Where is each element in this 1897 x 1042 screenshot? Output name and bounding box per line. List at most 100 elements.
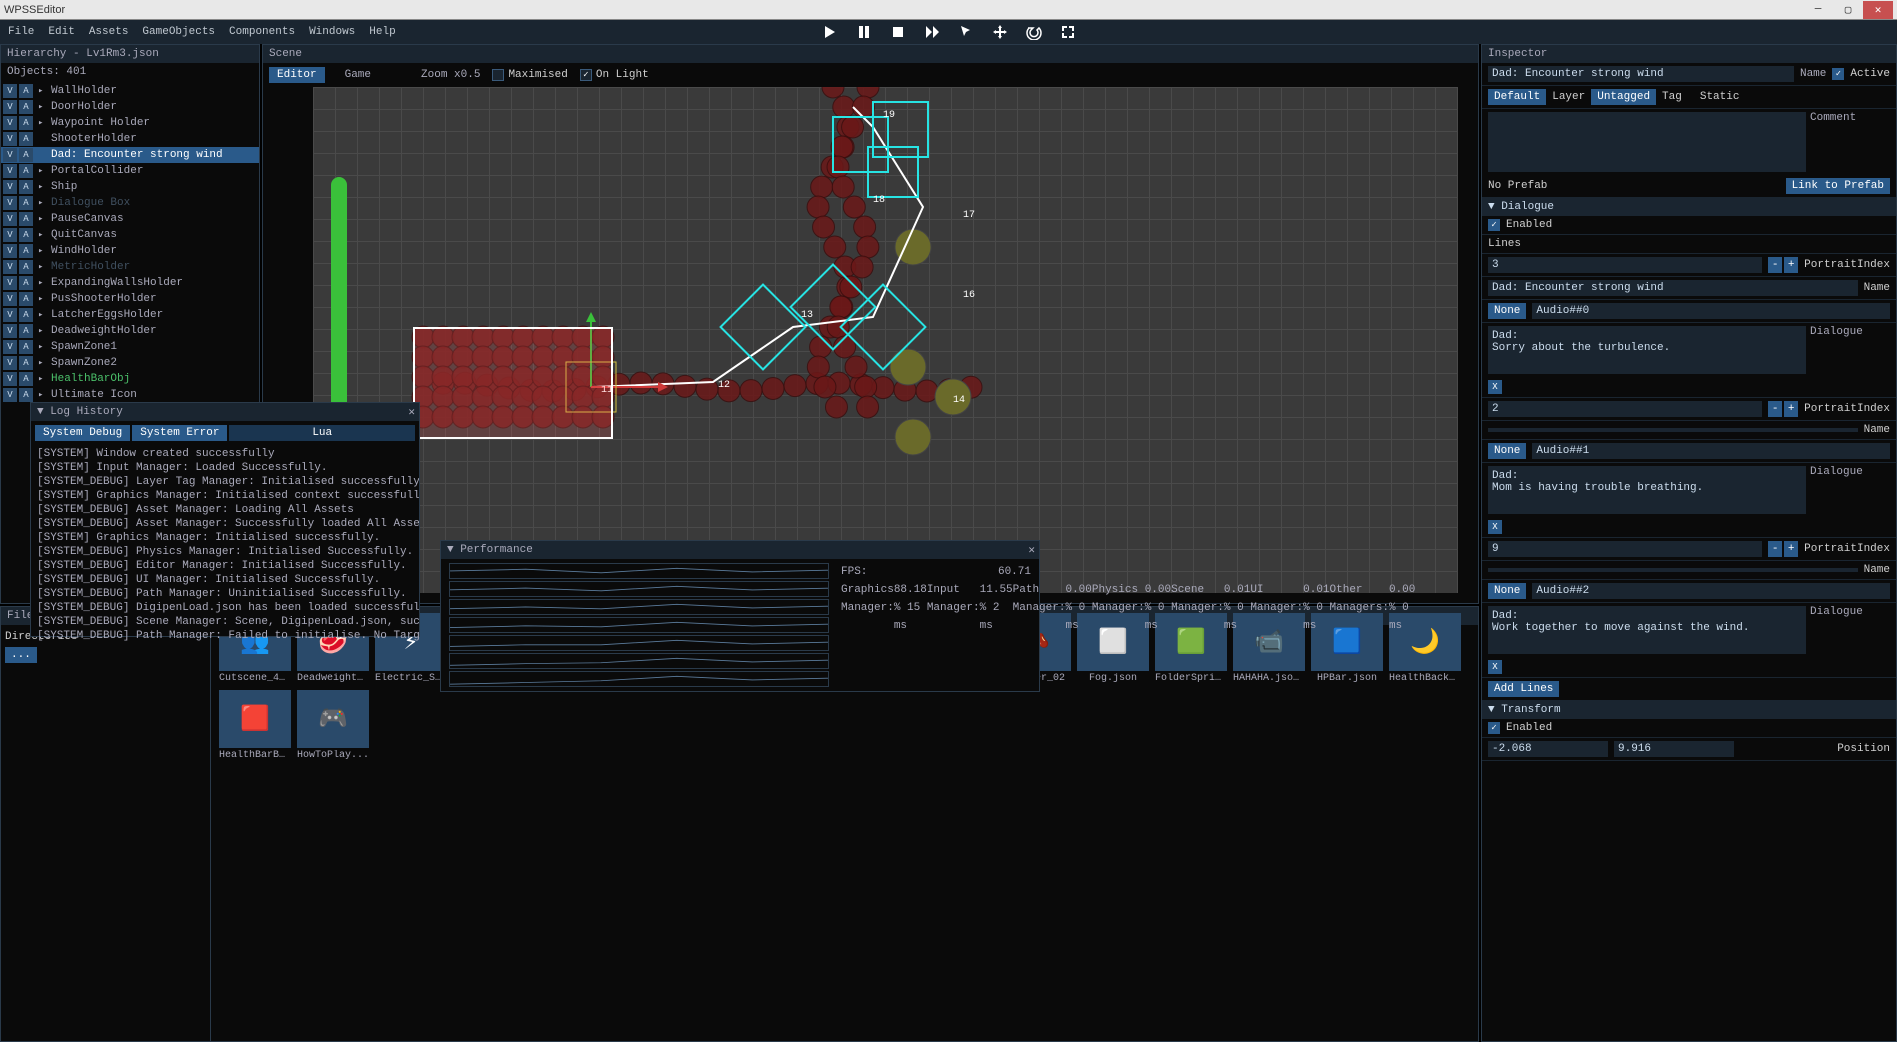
scene-viewport[interactable]: 11 12 13 14 16 17 18 19 bbox=[313, 87, 1458, 593]
transform-enabled-checkbox[interactable]: ✓ bbox=[1488, 722, 1500, 734]
active-toggle[interactable]: A bbox=[19, 372, 33, 386]
scale-tool[interactable] bbox=[1056, 20, 1080, 44]
expand-icon[interactable]: ▸ bbox=[38, 214, 48, 224]
visibility-toggle[interactable]: V bbox=[3, 356, 17, 370]
expand-icon[interactable]: ▸ bbox=[38, 246, 48, 256]
expand-icon[interactable]: ▸ bbox=[38, 230, 48, 240]
expand-icon[interactable]: ▸ bbox=[38, 102, 48, 112]
log-tab-lua[interactable]: Lua bbox=[229, 425, 415, 441]
expand-icon[interactable]: ▸ bbox=[38, 374, 48, 384]
object-name-field[interactable]: Dad: Encounter strong wind bbox=[1488, 66, 1794, 82]
dialogue-text-field[interactable]: Dad:Mom is having trouble breathing. bbox=[1488, 466, 1806, 514]
expand-icon[interactable]: ▸ bbox=[38, 118, 48, 128]
visibility-toggle[interactable]: V bbox=[3, 148, 17, 162]
move-tool[interactable] bbox=[988, 20, 1012, 44]
portrait-index-field[interactable]: 2 bbox=[1488, 401, 1762, 417]
audio-field[interactable]: Audio##0 bbox=[1532, 303, 1890, 319]
untagged-button[interactable]: Untagged bbox=[1591, 89, 1656, 105]
play-button[interactable] bbox=[818, 20, 842, 44]
active-toggle[interactable]: A bbox=[19, 260, 33, 274]
minimize-button[interactable]: ─ bbox=[1803, 1, 1833, 19]
dialogue-component-header[interactable]: ▼ Dialogue bbox=[1482, 198, 1896, 216]
active-toggle[interactable]: A bbox=[19, 212, 33, 226]
step-button[interactable] bbox=[920, 20, 944, 44]
active-toggle[interactable]: A bbox=[19, 132, 33, 146]
onlight-checkbox[interactable]: ✓On Light bbox=[580, 69, 649, 81]
maximised-checkbox[interactable]: Maximised bbox=[492, 69, 567, 81]
visibility-toggle[interactable]: V bbox=[3, 324, 17, 338]
portrait-minus[interactable]: - bbox=[1768, 401, 1782, 417]
visibility-toggle[interactable]: V bbox=[3, 164, 17, 178]
dialogue-enabled-checkbox[interactable]: ✓ bbox=[1488, 219, 1500, 231]
file-item[interactable]: 🟥HealthBarB... bbox=[219, 690, 291, 761]
dialogue-name-field[interactable]: Dad: Encounter strong wind bbox=[1488, 280, 1858, 296]
menu-windows[interactable]: Windows bbox=[309, 26, 355, 38]
hierarchy-item[interactable]: VA▸WallHolder bbox=[1, 83, 259, 99]
delete-dialogue-button[interactable]: X bbox=[1488, 380, 1502, 394]
visibility-toggle[interactable]: V bbox=[3, 340, 17, 354]
hierarchy-item[interactable]: VA▸SpawnZone1 bbox=[1, 339, 259, 355]
visibility-toggle[interactable]: V bbox=[3, 308, 17, 322]
visibility-toggle[interactable]: V bbox=[3, 180, 17, 194]
hierarchy-item[interactable]: VA▸PusShooterHolder bbox=[1, 291, 259, 307]
rotate-tool[interactable] bbox=[1022, 20, 1046, 44]
visibility-toggle[interactable]: V bbox=[3, 388, 17, 402]
comment-field[interactable] bbox=[1488, 112, 1806, 172]
hierarchy-item[interactable]: VADad: Encounter strong wind bbox=[1, 147, 259, 163]
portrait-minus[interactable]: - bbox=[1768, 541, 1782, 557]
log-close-button[interactable]: ✕ bbox=[408, 405, 415, 419]
visibility-toggle[interactable]: V bbox=[3, 292, 17, 306]
visibility-toggle[interactable]: V bbox=[3, 132, 17, 146]
menu-file[interactable]: File bbox=[8, 26, 34, 38]
active-toggle[interactable]: A bbox=[19, 180, 33, 194]
active-toggle[interactable]: A bbox=[19, 356, 33, 370]
menu-components[interactable]: Components bbox=[229, 26, 295, 38]
perf-title[interactable]: ▼ Performance bbox=[441, 541, 1039, 559]
delete-dialogue-button[interactable]: X bbox=[1488, 660, 1502, 674]
audio-field[interactable]: Audio##2 bbox=[1532, 583, 1890, 599]
visibility-toggle[interactable]: V bbox=[3, 100, 17, 114]
expand-icon[interactable]: ▸ bbox=[38, 86, 48, 96]
hierarchy-item[interactable]: VA▸SpawnZone2 bbox=[1, 355, 259, 371]
hierarchy-item[interactable]: VA▸Waypoint Holder bbox=[1, 115, 259, 131]
log-tab-debug[interactable]: System Debug bbox=[35, 425, 130, 441]
active-toggle[interactable]: A bbox=[19, 164, 33, 178]
dialogue-text-field[interactable]: Dad:Sorry about the turbulence. bbox=[1488, 326, 1806, 374]
menu-help[interactable]: Help bbox=[369, 26, 395, 38]
hierarchy-item[interactable]: VA▸ExpandingWallsHolder bbox=[1, 275, 259, 291]
tab-editor[interactable]: Editor bbox=[269, 67, 325, 83]
active-toggle[interactable]: A bbox=[19, 84, 33, 98]
visibility-toggle[interactable]: V bbox=[3, 228, 17, 242]
active-toggle[interactable]: A bbox=[19, 388, 33, 402]
active-toggle[interactable]: A bbox=[19, 116, 33, 130]
portrait-index-field[interactable]: 9 bbox=[1488, 541, 1762, 557]
perf-close-button[interactable]: ✕ bbox=[1028, 543, 1035, 557]
active-toggle[interactable]: A bbox=[19, 196, 33, 210]
expand-icon[interactable]: ▸ bbox=[38, 278, 48, 288]
select-tool[interactable] bbox=[954, 20, 978, 44]
lines-plus-button[interactable]: + bbox=[1784, 257, 1798, 273]
pos-x-field[interactable]: -2.068 bbox=[1488, 741, 1608, 757]
maximize-button[interactable]: ▢ bbox=[1833, 1, 1863, 19]
expand-icon[interactable]: ▸ bbox=[38, 390, 48, 400]
lines-minus-button[interactable]: - bbox=[1768, 257, 1782, 273]
hierarchy-item[interactable]: VA▸DoorHolder bbox=[1, 99, 259, 115]
dialogue-name-field[interactable] bbox=[1488, 568, 1858, 572]
hierarchy-item[interactable]: VA▸DeadweightHolder bbox=[1, 323, 259, 339]
hierarchy-item[interactable]: VA▸PauseCanvas bbox=[1, 211, 259, 227]
dialogue-text-field[interactable]: Dad:Work together to move against the wi… bbox=[1488, 606, 1806, 654]
active-toggle[interactable]: A bbox=[19, 340, 33, 354]
expand-icon[interactable]: ▸ bbox=[38, 182, 48, 192]
transform-component-header[interactable]: ▼ Transform bbox=[1482, 701, 1896, 719]
dialogue-name-field[interactable] bbox=[1488, 428, 1858, 432]
active-toggle[interactable]: A bbox=[19, 324, 33, 338]
file-item[interactable]: 🎮HowToPlay... bbox=[297, 690, 369, 761]
active-toggle[interactable]: A bbox=[19, 308, 33, 322]
directory-up-button[interactable]: ... bbox=[5, 647, 37, 663]
expand-icon[interactable]: ▸ bbox=[38, 198, 48, 208]
tab-game[interactable]: Game bbox=[337, 67, 379, 83]
stop-button[interactable] bbox=[886, 20, 910, 44]
menu-edit[interactable]: Edit bbox=[48, 26, 74, 38]
hierarchy-item[interactable]: VA▸MetricHolder bbox=[1, 259, 259, 275]
visibility-toggle[interactable]: V bbox=[3, 372, 17, 386]
